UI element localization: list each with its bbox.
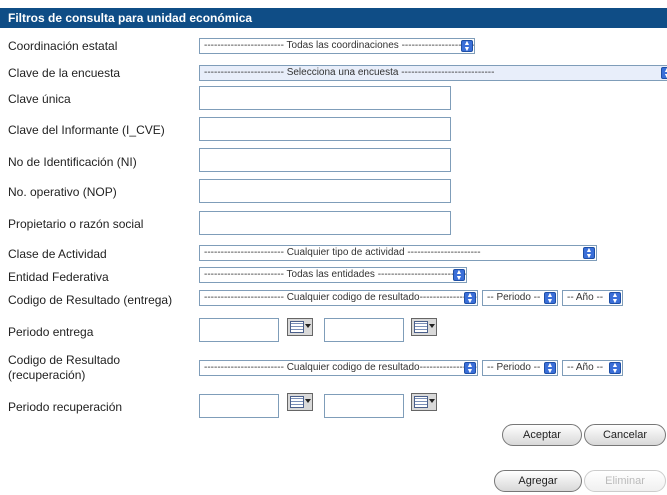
select-arrows-icon: ▲▼ (544, 292, 556, 305)
encuesta-select-value: ------------------------ Selecciona una … (204, 67, 495, 78)
no-identificacion-input[interactable] (199, 148, 451, 172)
calendar-icon[interactable] (287, 318, 313, 336)
clave-unica-label: Clave única (8, 92, 71, 106)
codigo-entrega-select[interactable]: ------------------------ Cualquier codig… (199, 290, 478, 306)
codigo-entrega-label: Codigo de Resultado (entrega) (8, 293, 173, 307)
select-arrows-icon: ▲▼ (464, 362, 476, 375)
propietario-input[interactable] (199, 211, 451, 235)
anio-entrega-select-value: -- Año -- (567, 292, 604, 303)
clave-informante-label: Clave del Informante (I_CVE) (8, 123, 165, 137)
periodo-entrega-select-value: -- Periodo -- (487, 292, 541, 303)
no-identificacion-label: No de Identificación (NI) (8, 155, 137, 169)
no-operativo-label: No. operativo (NOP) (8, 185, 117, 199)
codigo-entrega-select-value: ------------------------ Cualquier codig… (204, 292, 478, 303)
entidad-select[interactable]: ------------------------ Todas las entid… (199, 267, 467, 283)
coordinacion-select-value: ------------------------ Todas las coord… (204, 40, 475, 51)
agregar-button[interactable]: Agregar (494, 470, 582, 492)
select-arrows-icon: ▲▼ (609, 292, 621, 305)
select-arrows-icon: ▲▼ (453, 269, 465, 282)
aceptar-button[interactable]: Aceptar (502, 424, 582, 446)
no-operativo-input[interactable] (199, 179, 451, 203)
form-header: Filtros de consulta para unidad económic… (0, 8, 667, 28)
select-arrows-icon: ▲▼ (464, 292, 476, 305)
select-arrows-icon: ▲▼ (609, 362, 621, 375)
calendar-icon[interactable] (411, 318, 437, 336)
clave-informante-input[interactable] (199, 117, 451, 141)
clase-actividad-select-value: ------------------------ Cualquier tipo … (204, 247, 481, 258)
periodo-entrega-select[interactable]: -- Periodo -- ▲ ▼ (482, 290, 558, 306)
codigo-recuperacion-label-line1: Codigo de Resultado (8, 353, 121, 367)
select-arrows-icon: ▲▼ (461, 40, 473, 53)
entidad-label: Entidad Federativa (8, 270, 109, 284)
coordinacion-label: Coordinación estatal (8, 39, 118, 53)
clave-unica-input[interactable] (199, 86, 451, 110)
periodo-recuperacion-select[interactable]: -- Periodo -- ▲ ▼ (482, 360, 558, 376)
codigo-recuperacion-select[interactable]: ------------------------ Cualquier codig… (199, 360, 478, 376)
periodo-recuperacion-desde-input[interactable] (199, 394, 279, 418)
calendar-icon[interactable] (287, 393, 313, 411)
encuesta-select[interactable]: ------------------------ Selecciona una … (199, 65, 667, 81)
encuesta-label: Clave de la encuesta (8, 66, 121, 80)
select-arrows-icon: ▲▼ (583, 247, 595, 260)
periodo-entrega-hasta-input[interactable] (324, 318, 404, 342)
select-arrows-icon: ▲▼ (661, 67, 667, 80)
clase-actividad-select[interactable]: ------------------------ Cualquier tipo … (199, 245, 597, 261)
periodo-recuperacion-select-value: -- Periodo -- (487, 362, 541, 373)
anio-recuperacion-select-value: -- Año -- (567, 362, 604, 373)
codigo-recuperacion-select-value: ------------------------ Cualquier codig… (204, 362, 478, 373)
clase-actividad-label: Clase de Actividad (8, 247, 107, 261)
calendar-icon[interactable] (411, 393, 437, 411)
coordinacion-select[interactable]: ------------------------ Todas las coord… (199, 38, 475, 54)
propietario-label: Propietario o razón social (8, 217, 144, 231)
cancelar-button[interactable]: Cancelar (584, 424, 666, 446)
select-arrows-icon: ▲▼ (544, 362, 556, 375)
periodo-recuperacion-label: Periodo recuperación (8, 400, 123, 414)
periodo-entrega-label: Periodo entrega (8, 325, 94, 339)
periodo-entrega-desde-input[interactable] (199, 318, 279, 342)
entidad-select-value: ------------------------ Todas las entid… (204, 269, 467, 280)
anio-entrega-select[interactable]: -- Año -- ▲ ▼ (562, 290, 623, 306)
codigo-recuperacion-label: Codigo de Resultado (recuperación) (8, 353, 120, 383)
anio-recuperacion-select[interactable]: -- Año -- ▲ ▼ (562, 360, 623, 376)
periodo-recuperacion-hasta-input[interactable] (324, 394, 404, 418)
codigo-recuperacion-label-line2: (recuperación) (8, 368, 86, 382)
eliminar-button: Eliminar (584, 470, 666, 492)
